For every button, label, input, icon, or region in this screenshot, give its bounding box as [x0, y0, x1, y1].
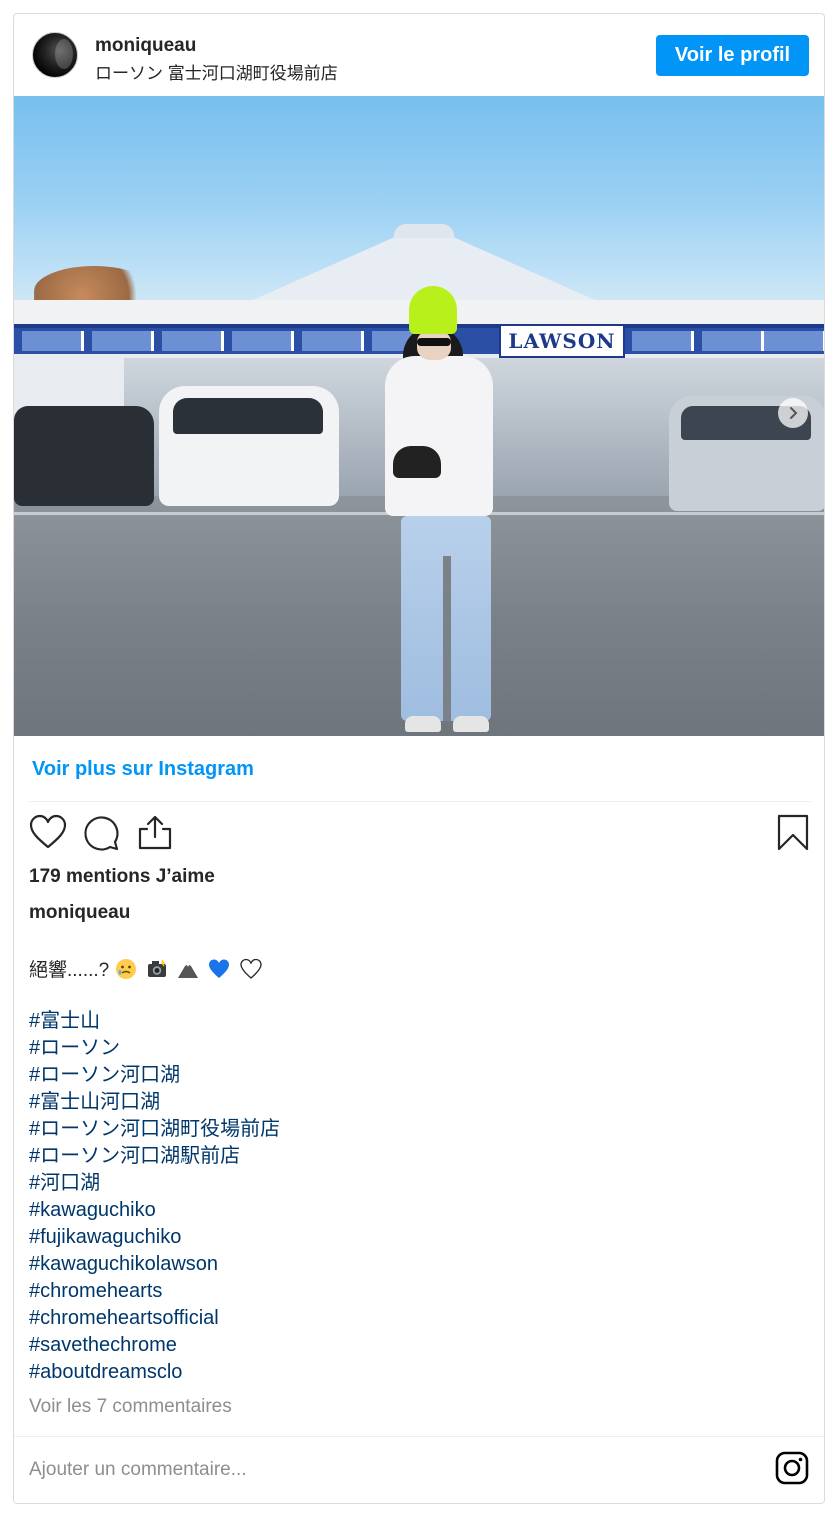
- like-count[interactable]: 179 mentions J’aime: [29, 866, 215, 888]
- add-comment-field[interactable]: Ajouter un commentaire...: [29, 1459, 247, 1481]
- face-holding-tears-icon: [115, 959, 136, 979]
- username[interactable]: moniqueau: [95, 35, 196, 57]
- chevron-right-icon: [790, 407, 798, 419]
- avatar[interactable]: [32, 32, 78, 78]
- divider: [14, 1436, 824, 1437]
- dark-car: [14, 406, 154, 506]
- white-heart-icon: [240, 958, 262, 979]
- mountain-icon: [178, 961, 199, 978]
- hashtag-link[interactable]: #kawaguchiko: [29, 1197, 280, 1224]
- hashtag-link[interactable]: #fujikawaguchiko: [29, 1224, 280, 1251]
- post-header: moniqueau ローソン 富士河口湖町役場前店 Voir le profil: [14, 14, 824, 96]
- hashtag-link[interactable]: #chromehearts: [29, 1278, 280, 1305]
- hashtag-list: #富士山 #ローソン #ローソン河口湖 #富士山河口湖 #ローソン河口湖町役場前…: [29, 1008, 280, 1386]
- hashtag-link[interactable]: #ローソン河口湖: [29, 1062, 280, 1089]
- view-more-on-instagram-link[interactable]: Voir plus sur Instagram: [32, 758, 254, 781]
- heart-icon[interactable]: [29, 814, 67, 852]
- hashtag-link[interactable]: #河口湖: [29, 1170, 280, 1197]
- hashtag-link[interactable]: #ローソン河口湖駅前店: [29, 1143, 280, 1170]
- instagram-embed-card: moniqueau ローソン 富士河口湖町役場前店 Voir le profil…: [13, 13, 825, 1504]
- share-icon[interactable]: [136, 814, 174, 852]
- caption-username[interactable]: moniqueau: [29, 902, 130, 924]
- next-image-button[interactable]: [778, 398, 808, 428]
- blue-heart-icon: [209, 959, 230, 978]
- view-comments-link[interactable]: Voir les 7 commentaires: [29, 1396, 232, 1418]
- comment-icon[interactable]: [82, 814, 120, 852]
- white-van: [159, 386, 339, 506]
- hashtag-link[interactable]: #富士山: [29, 1008, 280, 1035]
- bookmark-icon[interactable]: [774, 814, 812, 852]
- hashtag-link[interactable]: #savethechrome: [29, 1332, 280, 1359]
- hashtag-link[interactable]: #chromeheartsofficial: [29, 1305, 280, 1332]
- person: [379, 286, 519, 736]
- location[interactable]: ローソン 富士河口湖町役場前店: [95, 59, 338, 84]
- divider: [29, 801, 811, 802]
- post-photo[interactable]: LAWSON: [14, 96, 824, 736]
- hashtag-link[interactable]: #aboutdreamsclo: [29, 1359, 280, 1386]
- instagram-logo-icon[interactable]: [775, 1451, 809, 1485]
- hashtag-link[interactable]: #ローソン: [29, 1035, 280, 1062]
- hashtag-link[interactable]: #ローソン河口湖町役場前店: [29, 1116, 280, 1143]
- caption-text: 絕響......?: [29, 955, 266, 982]
- caption-body: 絕響......?: [29, 960, 110, 981]
- hashtag-link[interactable]: #kawaguchikolawson: [29, 1251, 280, 1278]
- hashtag-link[interactable]: #富士山河口湖: [29, 1089, 280, 1116]
- view-profile-button[interactable]: Voir le profil: [656, 35, 809, 76]
- camera-flash-icon: [147, 959, 166, 977]
